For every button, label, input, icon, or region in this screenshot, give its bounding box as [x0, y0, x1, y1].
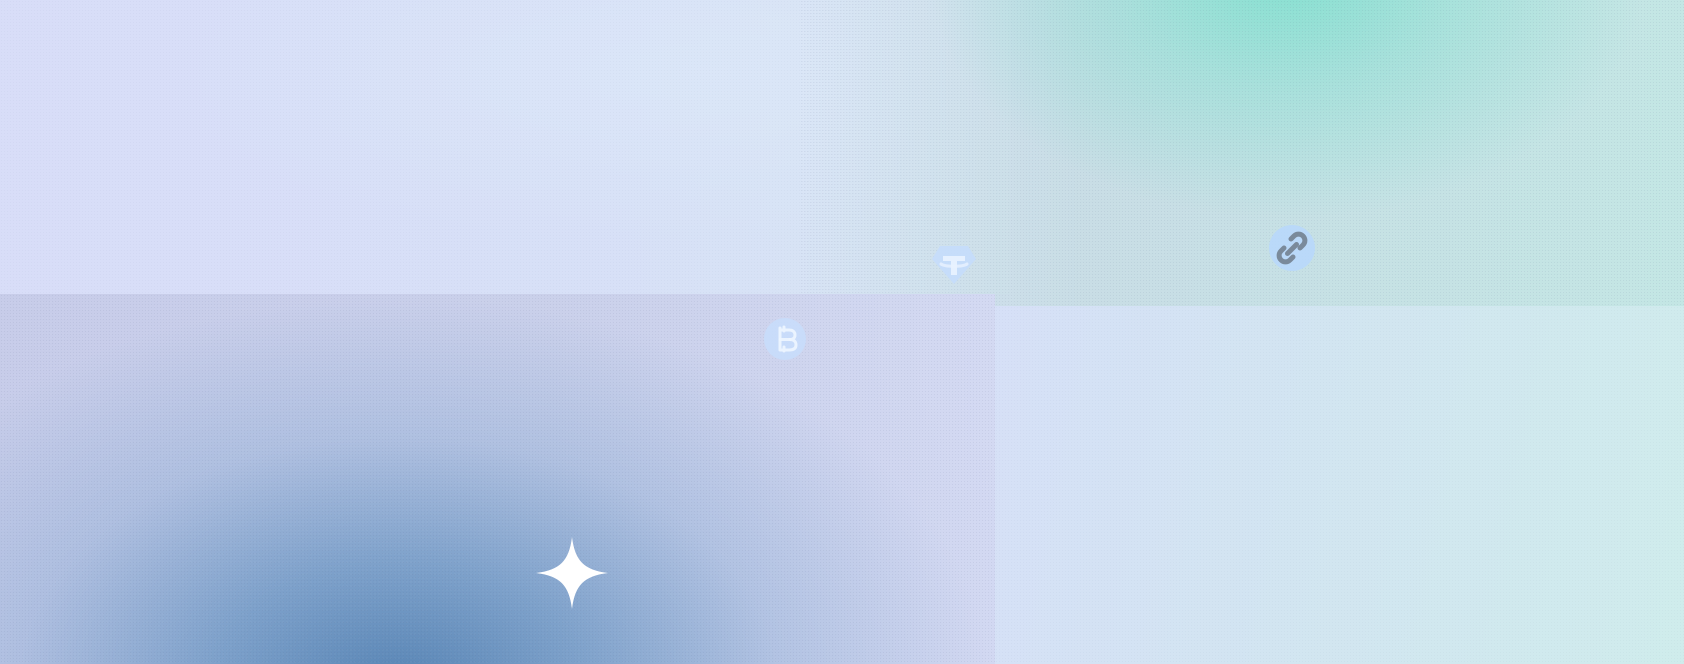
link-icon [1269, 225, 1315, 271]
tether-icon [932, 246, 976, 284]
bitcoin-icon [764, 318, 806, 360]
bottom-right-noise-texture [995, 306, 1684, 664]
sparkle-icon [536, 537, 608, 609]
bottom-right-gradient-panel [995, 306, 1684, 664]
crypto-gradient-background [0, 0, 1684, 664]
bottom-left-noise-texture [0, 294, 995, 664]
bottom-left-blue-gradient-panel [0, 294, 995, 664]
